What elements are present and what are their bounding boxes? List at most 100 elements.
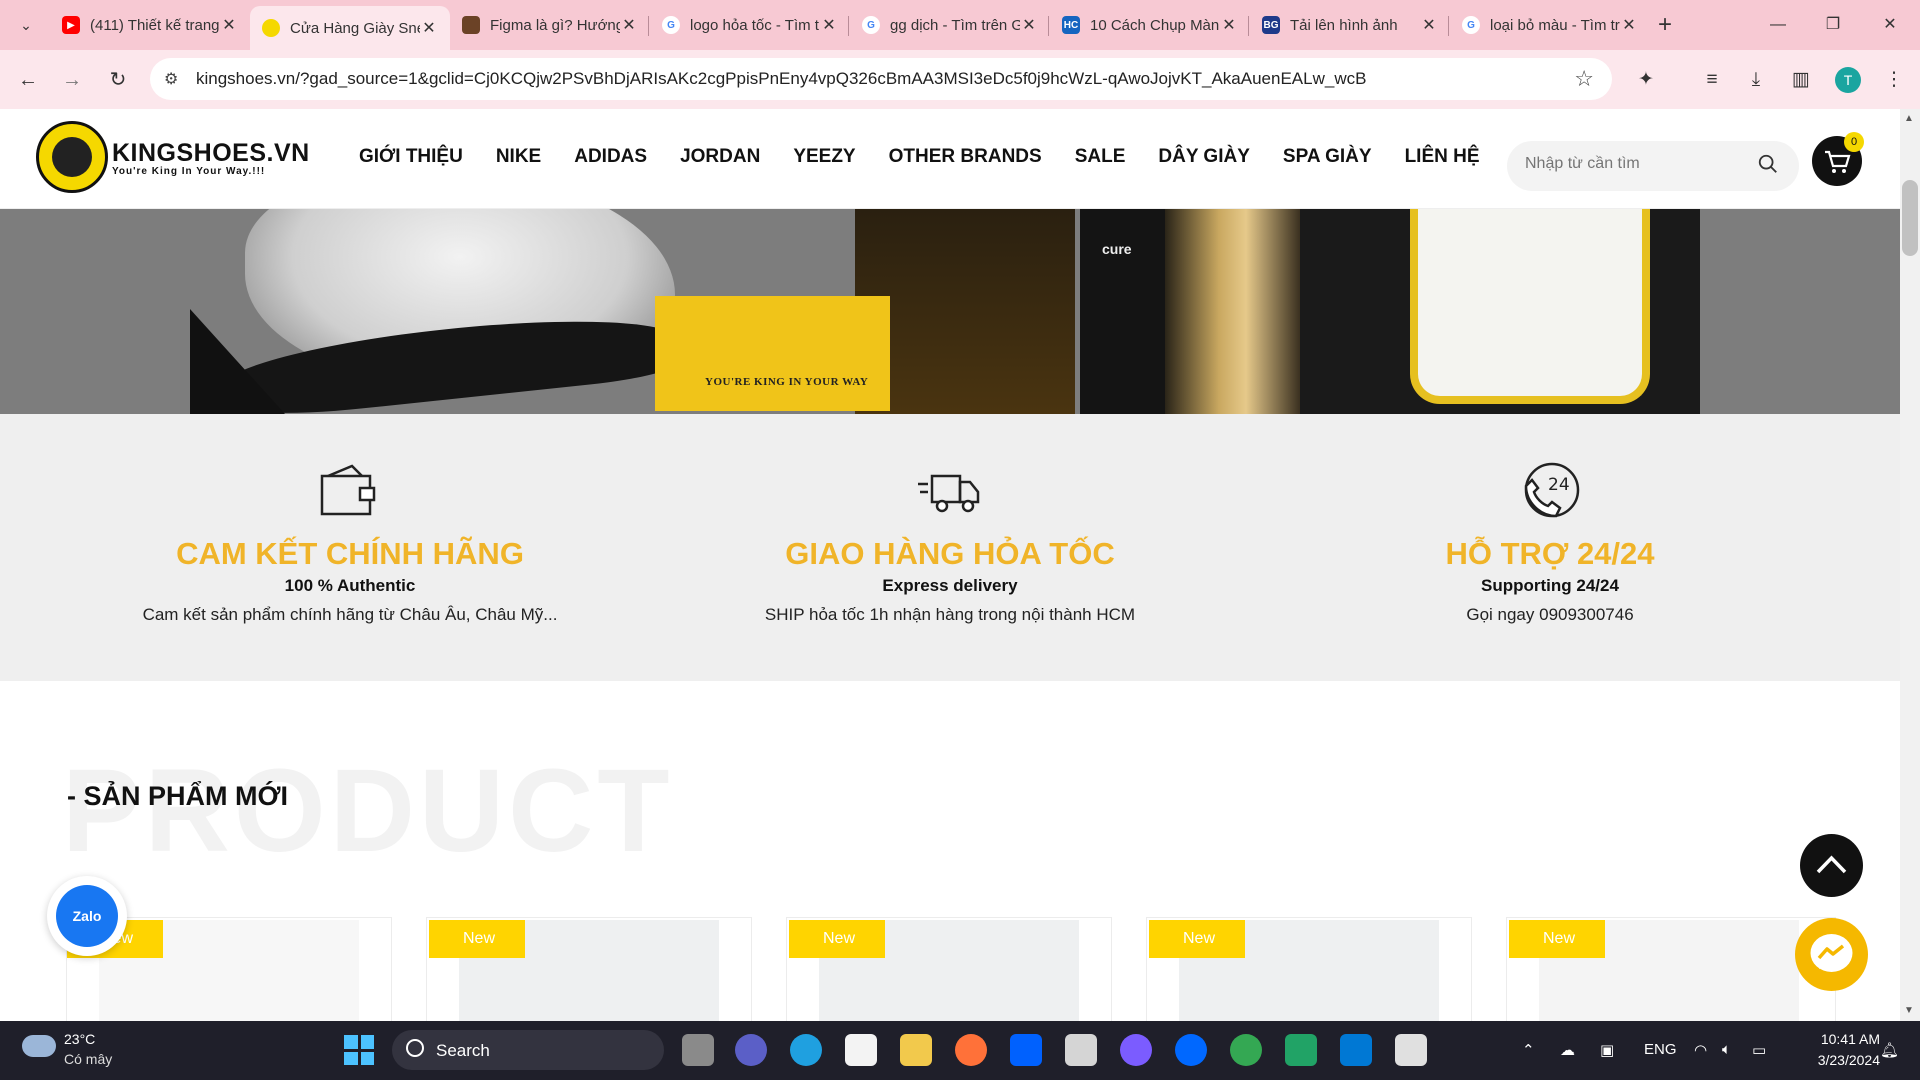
browser-tab-active[interactable]: Cửa Hàng Giày Sneaker ✕ (250, 6, 450, 50)
browser-tab[interactable]: G logo hỏa tốc - Tìm trên ✕ (650, 6, 850, 44)
teams-chat-icon[interactable] (735, 1034, 767, 1066)
volume-icon[interactable]: 🔈︎ (1722, 1041, 1731, 1058)
close-icon[interactable]: ✕ (420, 18, 438, 38)
download-icon[interactable]: ⤓ (1740, 64, 1772, 96)
clock-date[interactable]: 3/23/2024 (1790, 1052, 1880, 1068)
extensions-icon[interactable]: ✦ (1630, 64, 1662, 96)
bookmark-star-icon[interactable]: ☆ (1574, 66, 1594, 92)
tab-search-button[interactable]: ⌄ (10, 9, 42, 41)
zalo-app-icon[interactable] (1175, 1034, 1207, 1066)
nav-lien-he[interactable]: LIÊN HỆ (1405, 146, 1480, 168)
google-icon: G (662, 16, 680, 34)
browser-tab[interactable]: ▶ (411) Thiết kế trang ✕ (50, 6, 250, 44)
sheets-app-icon[interactable] (1285, 1034, 1317, 1066)
nav-day-giay[interactable]: DÂY GIÀY (1158, 146, 1250, 168)
zalo-icon: Zalo (56, 885, 118, 947)
file-explorer-icon[interactable] (900, 1034, 932, 1066)
windows-taskbar: 23°C Có mây Search ⌃ ☁ ▣ ENG ◠ 🔈︎ ▭ 10:4… (0, 1021, 1920, 1080)
edge-icon[interactable] (790, 1034, 822, 1066)
messenger-app-icon[interactable] (1120, 1034, 1152, 1066)
close-icon[interactable]: ✕ (1620, 15, 1638, 35)
taskbar-search[interactable]: Search (392, 1030, 664, 1070)
back-button[interactable]: ← (12, 64, 44, 96)
messenger-chat-button[interactable] (1795, 918, 1868, 991)
reload-button[interactable]: ↻ (102, 64, 134, 96)
weather-temperature[interactable]: 23°C (64, 1031, 95, 1047)
hero-bottle-text: cure (1102, 241, 1132, 257)
zalo-chat-button[interactable]: Zalo (47, 876, 127, 956)
kingshoes-logo[interactable] (36, 121, 108, 193)
nav-gioi-thieu[interactable]: GIỚI THIỆU (359, 146, 463, 168)
minimize-button[interactable]: — (1763, 10, 1793, 40)
feature-description: Cam kết sản phẩm chính hãng từ Châu Âu, … (142, 605, 558, 624)
close-icon[interactable]: ✕ (620, 15, 638, 35)
close-icon[interactable]: ✕ (1420, 15, 1438, 35)
product-card[interactable]: New (1506, 917, 1836, 1028)
url-text[interactable]: kingshoes.vn/?gad_source=1&gclid=Cj0KCQj… (196, 69, 1366, 89)
nav-other-brands[interactable]: OTHER BRANDS (889, 146, 1042, 168)
forward-button[interactable]: → (56, 64, 88, 96)
scrollbar-thumb[interactable] (1902, 180, 1918, 256)
new-tab-button[interactable]: + (1650, 10, 1680, 40)
chrome-icon[interactable] (1230, 1034, 1262, 1066)
browser-tab[interactable]: G loại bỏ màu - Tìm trên ✕ (1450, 6, 1650, 44)
nav-jordan[interactable]: JORDAN (680, 146, 760, 168)
new-badge: New (429, 920, 525, 958)
dropbox-icon[interactable] (1010, 1034, 1042, 1066)
restore-button[interactable]: ❐ (1818, 10, 1848, 40)
close-icon[interactable]: ✕ (1220, 15, 1238, 35)
firefox-icon[interactable] (955, 1034, 987, 1066)
address-bar[interactable]: ⚙ kingshoes.vn/?gad_source=1&gclid=Cj0KC… (150, 58, 1612, 100)
browser-tab[interactable]: G gg dịch - Tìm trên Google ✕ (850, 6, 1050, 44)
task-view-icon[interactable] (682, 1034, 714, 1066)
browser-tab[interactable]: Figma là gì? Hướng dẫn ✕ (450, 6, 650, 44)
clock-time[interactable]: 10:41 AM (1800, 1031, 1880, 1047)
nav-sale[interactable]: SALE (1075, 146, 1126, 168)
close-icon[interactable]: ✕ (1020, 15, 1038, 35)
scroll-to-top-button[interactable] (1800, 834, 1863, 897)
close-icon[interactable]: ✕ (820, 15, 838, 35)
wifi-icon[interactable]: ◠ (1694, 1041, 1707, 1059)
nav-yeezy[interactable]: YEEZY (793, 146, 855, 168)
snipping-tool-icon[interactable] (1395, 1034, 1427, 1066)
onedrive-icon[interactable]: ☁ (1560, 1041, 1575, 1059)
nav-nike[interactable]: NIKE (496, 146, 541, 168)
product-card[interactable]: New (426, 917, 752, 1028)
language-indicator[interactable]: ENG (1644, 1041, 1677, 1058)
tab-title: (411) Thiết kế trang (90, 16, 220, 34)
product-card[interactable]: New (1146, 917, 1472, 1028)
brand-name[interactable]: KINGSHOES.VN (112, 139, 310, 168)
scroll-down-arrow-icon[interactable]: ▼ (1904, 1005, 1914, 1016)
tab-title: Tải lên hình ảnh (1290, 16, 1398, 34)
media-control-icon[interactable]: ≡ (1696, 64, 1728, 96)
menu-kebab-icon[interactable]: ⋮ (1878, 64, 1910, 96)
weather-description[interactable]: Có mây (64, 1051, 112, 1067)
search-input[interactable] (1525, 155, 1745, 173)
browser-tab[interactable]: HC 10 Cách Chụp Màn Hình ✕ (1050, 6, 1250, 44)
feature-title: HỖ TRỢ 24/24 (1445, 536, 1655, 571)
nav-spa-giay[interactable]: SPA GIÀY (1283, 146, 1372, 168)
cloud-icon[interactable] (22, 1035, 56, 1057)
microsoft-store-icon[interactable] (845, 1034, 877, 1066)
main-navigation: GIỚI THIỆU NIKE ADIDAS JORDAN YEEZY OTHE… (359, 146, 1513, 168)
close-window-button[interactable]: ✕ (1875, 10, 1905, 40)
tray-app-icon[interactable]: ▣ (1600, 1041, 1614, 1059)
product-card[interactable]: New (786, 917, 1112, 1028)
side-panel-icon[interactable]: ▥ (1785, 64, 1817, 96)
start-tile (344, 1051, 358, 1065)
tray-overflow-chevron-icon[interactable]: ⌃ (1522, 1041, 1535, 1059)
products-section: PRODUCT - SẢN PHẨM MỚI New New New New N… (0, 681, 1900, 1028)
vscode-icon[interactable] (1340, 1034, 1372, 1066)
windows-start-button[interactable] (344, 1035, 374, 1065)
amazon-icon[interactable] (1065, 1034, 1097, 1066)
scroll-up-arrow-icon[interactable]: ▲ (1904, 113, 1914, 124)
battery-icon[interactable]: ▭ (1752, 1041, 1766, 1059)
nav-adidas[interactable]: ADIDAS (574, 146, 647, 168)
profile-avatar[interactable]: T (1835, 67, 1861, 93)
section-title: - SẢN PHẨM MỚI (67, 781, 289, 811)
notification-bell-icon[interactable]: 🔔︎ (1880, 1041, 1899, 1059)
browser-tab[interactable]: BG Tải lên hình ảnh ✕ (1250, 6, 1450, 44)
close-icon[interactable]: ✕ (220, 15, 238, 35)
search-icon[interactable] (1757, 153, 1779, 175)
site-settings-icon[interactable]: ⚙ (164, 69, 178, 89)
